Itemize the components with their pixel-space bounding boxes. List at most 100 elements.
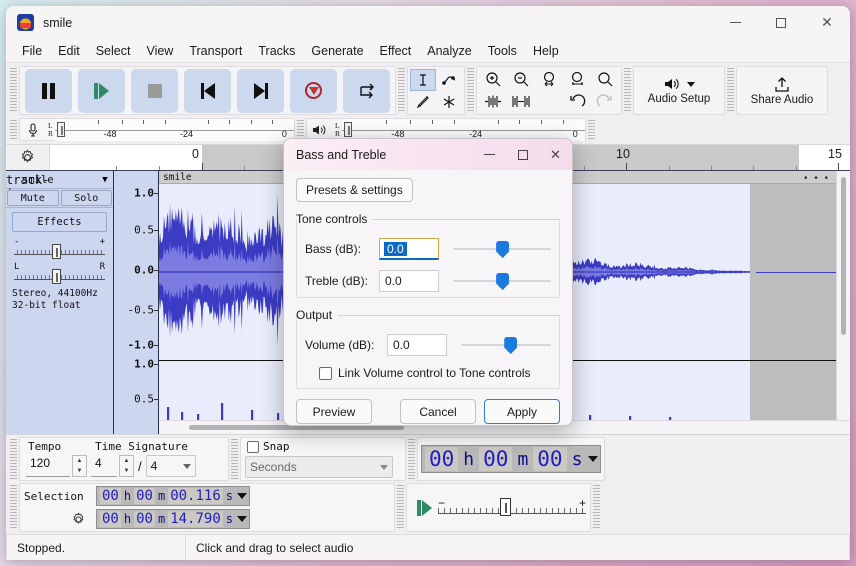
bass-slider-thumb[interactable] [496, 241, 510, 258]
trim-outside-selection-button[interactable] [479, 91, 507, 113]
play-meter-handle[interactable] [344, 121, 353, 137]
menu-effect[interactable]: Effect [372, 42, 420, 60]
menu-help[interactable]: Help [525, 42, 567, 60]
audio-setup-button[interactable]: Audio Setup [636, 68, 722, 114]
audio-position-grip[interactable] [408, 439, 415, 479]
record-meter-handle[interactable] [57, 121, 66, 137]
snap-unit-dropdown[interactable]: Seconds [245, 456, 393, 478]
play-speed-grip[interactable] [397, 485, 404, 530]
treble-slider-thumb[interactable] [496, 273, 510, 290]
share-audio-button[interactable]: Share Audio [739, 68, 825, 114]
selection-start-display[interactable]: 00 h 00 m 00.116 s [96, 486, 250, 506]
sig-up[interactable]: ▲ [120, 456, 133, 466]
zoom-out-button[interactable] [507, 69, 535, 91]
selection-options-button[interactable] [24, 511, 90, 527]
tempo-stepper[interactable]: ▲ ▼ [72, 455, 87, 477]
menu-analyze[interactable]: Analyze [419, 42, 479, 60]
volume-slider-thumb[interactable] [504, 337, 518, 354]
play-at-speed-button[interactable] [411, 499, 438, 516]
menu-transport[interactable]: Transport [181, 42, 250, 60]
volume-input[interactable]: 0.0 [387, 334, 447, 356]
zoom-toggle-button[interactable] [591, 69, 619, 91]
tempo-field[interactable]: 120 ▲ ▼ [26, 455, 87, 477]
minimize-button[interactable] [712, 6, 758, 39]
link-volume-row[interactable]: Link Volume control to Tone controls [297, 361, 559, 388]
signature-upper-value[interactable]: 4 [91, 455, 117, 477]
selection-tool-button[interactable] [410, 68, 436, 91]
tempo-up[interactable]: ▲ [73, 456, 86, 466]
menu-edit[interactable]: Edit [50, 42, 88, 60]
tempo-down[interactable]: ▼ [73, 466, 86, 476]
play-speed-slider[interactable]: − + [438, 496, 586, 519]
vertical-scrollbar[interactable] [836, 171, 850, 420]
audio-position-display[interactable]: 00 h 00 m 00 s [421, 445, 602, 473]
selection-end-display[interactable]: 00 h 00 m 14.790 s [96, 509, 250, 529]
signature-upper-field[interactable]: 4 ▲ ▼ [91, 455, 134, 477]
audio-setup-toolbar-grip[interactable] [624, 68, 631, 113]
selection-toolbar-grip[interactable] [10, 485, 17, 530]
mute-button[interactable]: Mute [7, 190, 59, 206]
silence-selection-button[interactable] [507, 91, 535, 113]
draw-tool-button[interactable] [410, 91, 436, 113]
play-speed-slider-thumb[interactable] [500, 497, 511, 516]
pan-slider-thumb[interactable] [52, 269, 62, 284]
audio-position-toolbar[interactable]: 00 h 00 m 00 s [417, 437, 606, 481]
snap-checkbox[interactable] [247, 440, 259, 453]
time-signature-grip[interactable] [10, 439, 17, 479]
menu-select[interactable]: Select [88, 42, 139, 60]
signature-lower-dropdown[interactable]: 4 [145, 455, 196, 477]
menu-view[interactable]: View [138, 42, 181, 60]
fit-selection-button[interactable] [535, 69, 563, 91]
preview-button[interactable]: Preview [296, 399, 372, 424]
transport-toolbar-grip[interactable] [10, 68, 17, 113]
apply-button[interactable]: Apply [484, 399, 560, 424]
play-button[interactable] [78, 68, 125, 113]
record-button[interactable] [290, 68, 337, 113]
effects-button[interactable]: Effects [12, 212, 107, 232]
track-menu-chevron-icon[interactable]: ▼ [97, 175, 113, 185]
treble-input[interactable]: 0.0 [379, 270, 439, 292]
audio-position-caret-icon[interactable] [588, 456, 599, 462]
redo-button[interactable] [591, 91, 619, 113]
menu-tools[interactable]: Tools [480, 42, 525, 60]
vertical-scrollbar-thumb[interactable] [841, 177, 846, 335]
menu-generate[interactable]: Generate [303, 42, 371, 60]
tempo-value[interactable]: 120 [26, 455, 70, 477]
sig-down[interactable]: ▼ [120, 466, 133, 476]
timeline-options-button[interactable] [6, 145, 50, 170]
record-meter-grip[interactable] [10, 120, 17, 139]
dialog-maximize-button[interactable] [506, 139, 539, 170]
undo-button[interactable] [563, 91, 591, 113]
pan-slider[interactable]: LR [14, 262, 105, 284]
signature-upper-stepper[interactable]: ▲ ▼ [119, 455, 134, 477]
stop-button[interactable] [131, 68, 178, 113]
link-volume-checkbox[interactable] [319, 366, 332, 380]
skip-to-start-button[interactable] [184, 68, 231, 113]
share-audio-toolbar-grip[interactable] [727, 68, 734, 113]
treble-slider[interactable] [453, 270, 551, 292]
sel-start-caret-icon[interactable] [237, 493, 247, 499]
recording-meter-toolbar[interactable]: LR -48 -24 0 [19, 118, 295, 141]
tools-toolbar-grip[interactable] [398, 68, 405, 113]
cancel-button[interactable]: Cancel [400, 399, 476, 424]
zoom-in-button[interactable] [479, 69, 507, 91]
pause-button[interactable] [25, 68, 72, 113]
skip-to-end-button[interactable] [237, 68, 284, 113]
volume-slider[interactable] [461, 334, 551, 356]
multi-tool-button[interactable] [436, 91, 462, 113]
snap-toolbar-grip[interactable] [231, 439, 238, 479]
solo-button[interactable]: Solo [60, 190, 112, 206]
gain-slider[interactable]: - + [14, 237, 105, 259]
sel-end-caret-icon[interactable] [237, 516, 247, 522]
clip-menu-icon[interactable]: • • • [804, 173, 830, 184]
meter-row-end-grip[interactable] [588, 120, 595, 139]
bass-slider[interactable] [453, 238, 551, 260]
loop-button[interactable] [343, 68, 390, 113]
edit-toolbar-grip[interactable] [467, 68, 474, 113]
dialog-close-button[interactable]: ✕ [539, 139, 572, 170]
fit-project-button[interactable] [563, 69, 591, 91]
maximize-button[interactable] [758, 6, 804, 39]
bass-input[interactable]: 0.0 [379, 238, 439, 260]
envelope-tool-button[interactable] [436, 69, 462, 91]
presets-and-settings-button[interactable]: Presets & settings [296, 178, 413, 202]
